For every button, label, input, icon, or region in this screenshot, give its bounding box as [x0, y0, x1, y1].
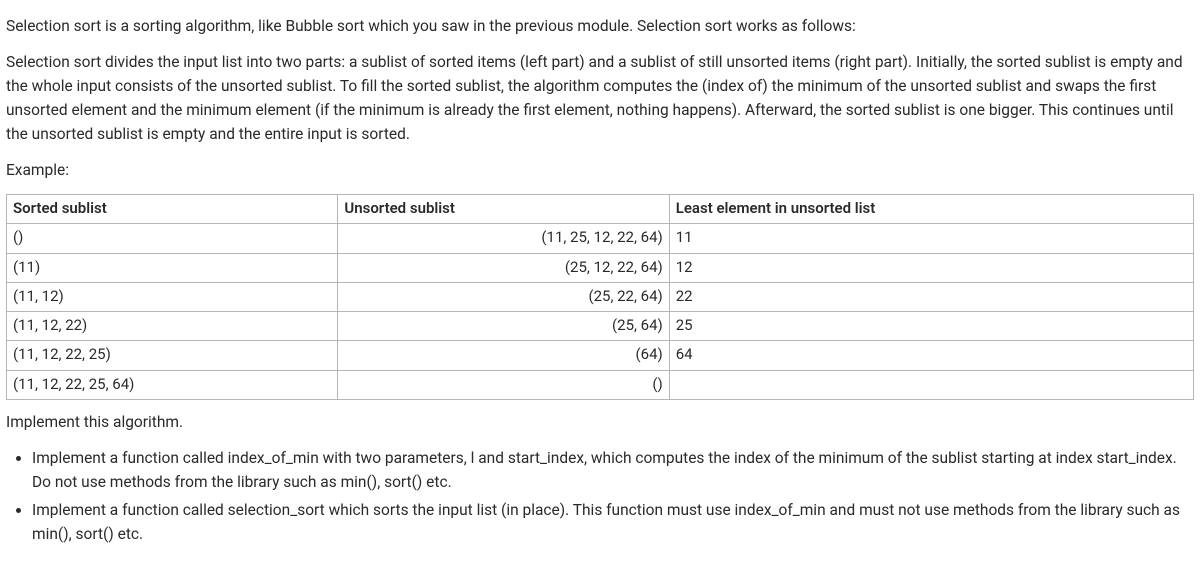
cell-unsorted: (25, 64): [338, 312, 669, 341]
table-header-row: Sorted sublist Unsorted sublist Least el…: [7, 195, 1194, 224]
cell-sorted: (11): [7, 253, 338, 282]
cell-unsorted: (25, 12, 22, 64): [338, 253, 669, 282]
list-item: Implement a function called selection_so…: [32, 498, 1194, 546]
cell-least: [669, 370, 1193, 399]
table-row: (11)(25, 12, 22, 64)12: [7, 253, 1194, 282]
table-row: (11, 12, 22, 25)(64)64: [7, 341, 1194, 370]
intro-paragraph-1: Selection sort is a sorting algorithm, l…: [6, 14, 1194, 38]
cell-sorted: (11, 12): [7, 282, 338, 311]
table-row: (11, 12, 22, 25, 64)(): [7, 370, 1194, 399]
implement-line: Implement this algorithm.: [6, 410, 1194, 434]
table-row: (11, 12)(25, 22, 64)22: [7, 282, 1194, 311]
table-row: ()(11, 25, 12, 22, 64)11: [7, 224, 1194, 253]
table-row: (11, 12, 22)(25, 64)25: [7, 312, 1194, 341]
header-least: Least element in unsorted list: [669, 195, 1193, 224]
cell-least: 25: [669, 312, 1193, 341]
task-list: Implement a function called index_of_min…: [6, 446, 1194, 546]
selection-sort-table: Sorted sublist Unsorted sublist Least el…: [6, 194, 1194, 400]
header-unsorted: Unsorted sublist: [338, 195, 669, 224]
cell-sorted: (): [7, 224, 338, 253]
example-label: Example:: [6, 158, 1194, 182]
header-sorted: Sorted sublist: [7, 195, 338, 224]
list-item: Implement a function called index_of_min…: [32, 446, 1194, 494]
cell-unsorted: (11, 25, 12, 22, 64): [338, 224, 669, 253]
cell-least: 12: [669, 253, 1193, 282]
cell-unsorted: (): [338, 370, 669, 399]
intro-paragraph-2: Selection sort divides the input list in…: [6, 50, 1194, 146]
cell-sorted: (11, 12, 22): [7, 312, 338, 341]
cell-least: 22: [669, 282, 1193, 311]
cell-sorted: (11, 12, 22, 25): [7, 341, 338, 370]
cell-least: 11: [669, 224, 1193, 253]
cell-unsorted: (64): [338, 341, 669, 370]
cell-least: 64: [669, 341, 1193, 370]
cell-unsorted: (25, 22, 64): [338, 282, 669, 311]
cell-sorted: (11, 12, 22, 25, 64): [7, 370, 338, 399]
